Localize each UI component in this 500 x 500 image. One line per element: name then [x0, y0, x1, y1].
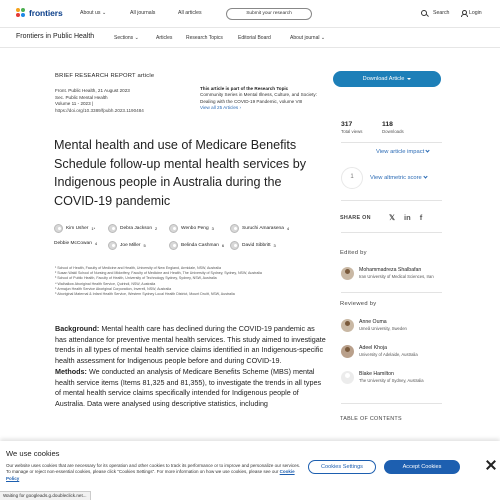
close-icon[interactable] [486, 460, 496, 470]
avatar [341, 267, 354, 280]
nav-sections[interactable]: Sections ⌄ [114, 35, 139, 41]
author-item[interactable]: Wenbo Peng 3 [169, 224, 214, 233]
view-all-articles-link[interactable]: View all 25 Articles › [200, 105, 330, 111]
author-item[interactable]: Kim Usher 1* [54, 224, 95, 233]
reviewer-name: Adeel Khoja [359, 345, 387, 351]
user-icon [460, 10, 468, 17]
avatar [169, 224, 178, 233]
author-item[interactable]: Debbie McCowan 4 [54, 241, 97, 246]
avatar [341, 319, 354, 332]
meta-volume: Volume 11 - 2023 | [55, 101, 94, 107]
avatar [341, 345, 354, 358]
logo-text: frontiers [29, 8, 63, 18]
journal-title[interactable]: Frontiers in Public Health [16, 33, 94, 40]
cookie-text: Our website uses cookies that are necess… [6, 463, 301, 481]
facebook-icon[interactable]: f [420, 213, 423, 222]
chevron-down-icon [423, 174, 428, 179]
divider [341, 403, 442, 404]
affiliation: ⁶ Aboriginal Maternal & Infant Health Se… [55, 292, 235, 297]
divider [341, 200, 442, 201]
divider [341, 292, 442, 293]
editor-affiliation: Iran University of Medical Sciences, Ira… [359, 274, 434, 279]
cookie-title: We use cookies [6, 449, 60, 458]
author-item[interactable]: Suruchi Amarasena 4 [230, 224, 289, 233]
nav-editorial-board[interactable]: Editorial Board [238, 35, 271, 41]
author-item[interactable]: David Sibbritt 3 [230, 241, 276, 250]
reviewer-affiliation: University of Adelaide, Australia [359, 352, 418, 357]
author-item[interactable]: Belinda Cashman 6 [169, 241, 224, 250]
frontiers-logo-icon [16, 8, 26, 18]
linkedin-icon[interactable]: in [404, 213, 411, 222]
author-item[interactable]: Debra Jackson 2 [108, 224, 157, 233]
meta-section[interactable]: Sec. Public Mental Health [55, 95, 144, 102]
divider [341, 232, 442, 233]
reviewer-affiliation: Umeå University, Sweden [359, 326, 407, 331]
abstract-background: Background: Mental health care has decli… [55, 324, 326, 366]
divider [341, 142, 442, 143]
meta-date: Front. Public Health, 21 August 2023 [55, 88, 130, 93]
reviewer-card[interactable]: Blake Hamilton The University of Sydney,… [341, 371, 424, 384]
avatar [341, 371, 354, 384]
arrow-right-icon: › [239, 104, 242, 110]
chevron-down-icon [425, 148, 430, 153]
avatar [169, 241, 178, 250]
edited-by-label: Edited by [340, 250, 367, 256]
avatar [230, 224, 239, 233]
cookies-settings-button[interactable]: Cookies Settings [308, 460, 376, 474]
article-type: BRIEF RESEARCH REPORT article [55, 73, 155, 79]
editor-name: Mohammadreza Shalbafan [359, 267, 422, 273]
altmetric-badge[interactable]: 1 [341, 167, 363, 189]
reviewer-affiliation: The University of Sydney, Australia [359, 378, 424, 383]
journal-navigation-bar: Frontiers in Public Health Sections ⌄ Ar… [0, 28, 500, 48]
chevron-down-icon: ⌄ [320, 35, 326, 41]
article-title: Mental health and use of Medicare Benefi… [54, 138, 307, 208]
research-topic-box: This article is part of the Research Top… [200, 86, 330, 111]
avatar [54, 224, 63, 233]
search-button[interactable]: Search [421, 10, 449, 16]
nav-articles[interactable]: Articles [156, 35, 172, 41]
reviewer-name: Blake Hamilton [359, 371, 394, 377]
nav-research-topics[interactable]: Research Topics [186, 35, 223, 41]
abstract-methods: Methods: We conducted an analysis of Med… [55, 366, 322, 408]
download-article-button[interactable]: Download Article [333, 71, 441, 87]
table-of-contents-label[interactable]: TABLE OF CONTENTS [340, 416, 402, 422]
reviewed-by-label: Reviewed by [340, 301, 377, 307]
avatar [108, 224, 117, 233]
browser-status-bar: Waiting for googleads.g.doubleclick.net.… [0, 491, 91, 500]
total-views-stat: 317 Total views [341, 121, 363, 134]
view-article-impact-link[interactable]: View article impact [376, 148, 430, 155]
chevron-down-icon: ⌄ [134, 35, 139, 41]
share-icons: 𝕏 in f [389, 213, 422, 222]
reviewer-card[interactable]: Anne Ouma Umeå University, Sweden [341, 319, 407, 332]
research-topic-name[interactable]: Community Series in Mental Illness, Cult… [200, 92, 330, 105]
share-on-label: SHARE ON [340, 215, 371, 221]
top-navigation-bar: frontiers About us ⌄ All journals All ar… [0, 0, 500, 28]
accept-cookies-button[interactable]: Accept Cookies [384, 460, 460, 474]
reviewer-name: Anne Ouma [359, 319, 387, 325]
chevron-down-icon [407, 77, 412, 80]
login-button[interactable]: Login [460, 10, 482, 17]
article-meta: Front. Public Health, 21 August 2023 Sec… [55, 88, 144, 114]
meta-doi[interactable]: https://doi.org/10.3389/fpubh.2023.11904… [55, 108, 144, 115]
search-icon [421, 10, 427, 16]
reviewer-card[interactable]: Adeel Khoja University of Adelaide, Aust… [341, 345, 418, 358]
view-altmetric-score-link[interactable]: View altmetric score [370, 174, 428, 181]
editor-card[interactable]: Mohammadreza Shalbafan Iran University o… [341, 267, 434, 280]
nav-all-articles[interactable]: All articles [178, 10, 202, 16]
avatar [108, 241, 117, 250]
chevron-down-icon: ⌄ [101, 10, 107, 16]
nav-all-journals[interactable]: All journals [130, 10, 155, 16]
avatar [230, 241, 239, 250]
author-item[interactable]: Joe Miller 5 [108, 241, 146, 250]
submit-research-button[interactable]: Submit your research [226, 8, 312, 20]
frontiers-logo[interactable]: frontiers [16, 8, 63, 18]
downloads-stat: 118 Downloads [382, 121, 404, 134]
affiliations: ¹ School of Health, Faculty of Medicine … [55, 266, 330, 297]
twitter-icon[interactable]: 𝕏 [389, 213, 395, 222]
nav-about-journal[interactable]: About journal ⌄ [290, 35, 325, 41]
nav-about-us[interactable]: About us ⌄ [80, 10, 106, 16]
abstract: Background: Mental health care has decli… [55, 324, 327, 410]
